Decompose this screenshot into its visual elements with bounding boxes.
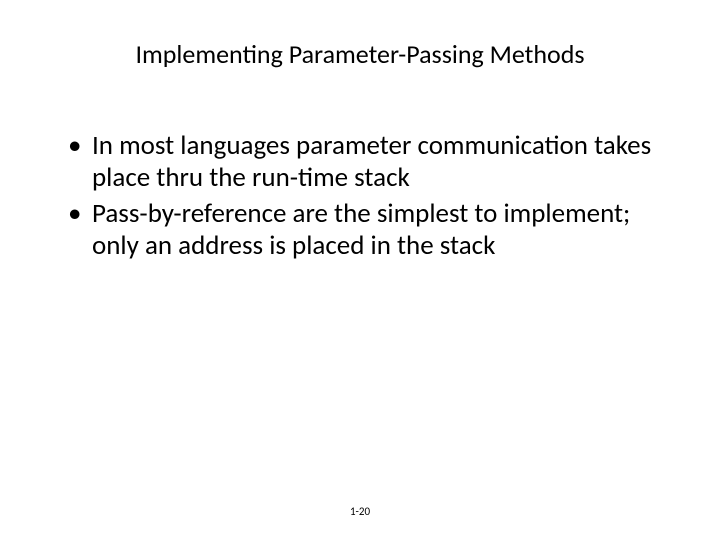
page-number: 1-20 bbox=[350, 505, 370, 518]
slide-container: Implementing Parameter-Passing Methods I… bbox=[0, 0, 720, 540]
slide-title: Implementing Parameter-Passing Methods bbox=[50, 38, 670, 70]
bullet-list: In most languages parameter communicatio… bbox=[64, 130, 670, 261]
list-item: In most languages parameter communicatio… bbox=[64, 130, 670, 194]
list-item: Pass-by-reference are the simplest to im… bbox=[64, 198, 670, 262]
slide-content: In most languages parameter communicatio… bbox=[50, 130, 670, 261]
